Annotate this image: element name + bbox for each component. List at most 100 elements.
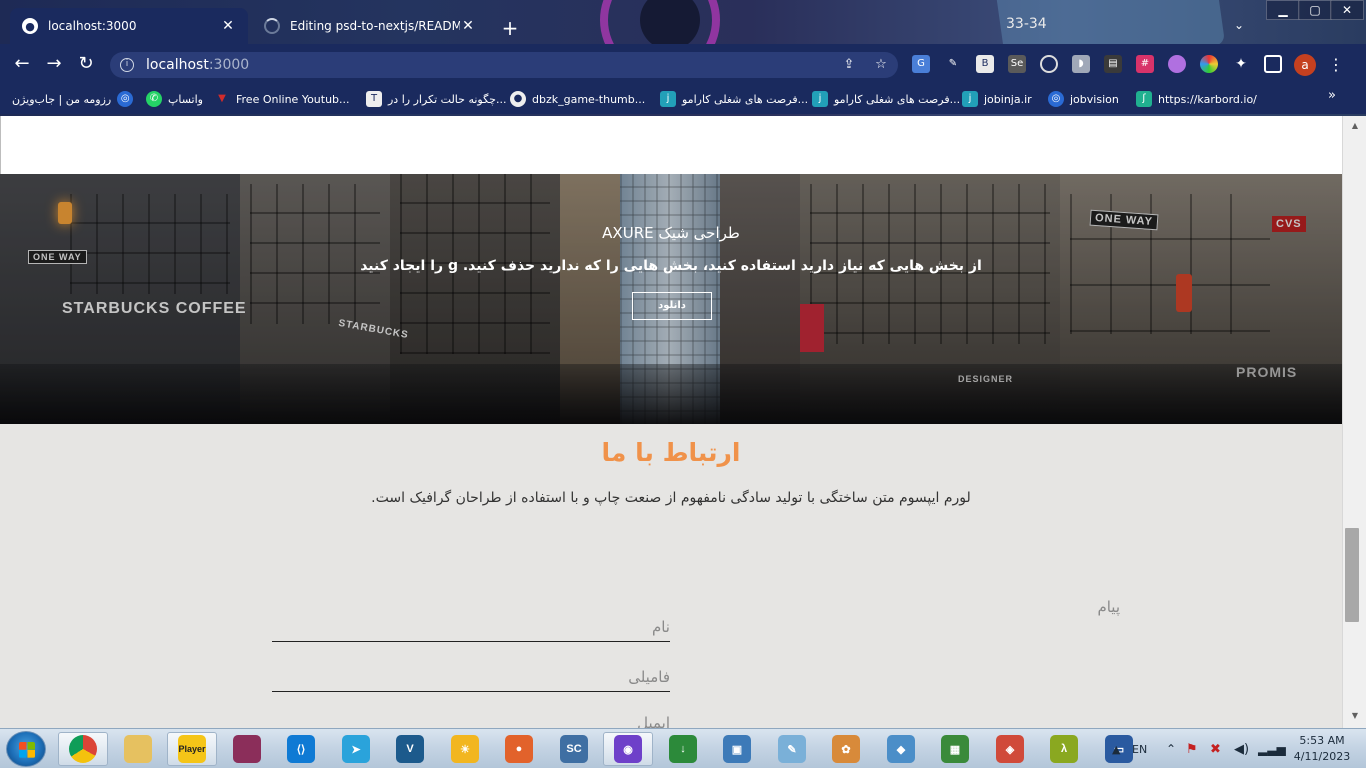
- share-icon[interactable]: ⇪: [840, 56, 858, 74]
- scroll-up-icon[interactable]: ▲: [1349, 120, 1361, 132]
- download-button[interactable]: دانلود: [632, 292, 712, 320]
- taskbar-app-paint[interactable]: ✿: [821, 732, 871, 766]
- whatsapp-icon: ✆: [146, 91, 162, 107]
- scroll-down-icon[interactable]: ▼: [1349, 710, 1361, 722]
- close-tab-icon[interactable]: ✕: [220, 18, 236, 34]
- taskbar-app-github-desktop[interactable]: ◉: [603, 732, 653, 766]
- bookmark-item[interactable]: ▼ Free Online Youtub...: [208, 89, 350, 109]
- extensions-puzzle-icon[interactable]: ✦: [1232, 55, 1250, 73]
- taskbar-app-pycharm[interactable]: V: [385, 732, 435, 766]
- bookmark-label: رزومه من | جاب‌ویژن: [12, 92, 112, 106]
- browser-chrome: 33-34 ● localhost:3000 ✕ Editing psd-to-…: [0, 0, 1366, 116]
- camtasia-icon: ●: [505, 735, 533, 763]
- taskbar-app-screen-capture[interactable]: SC: [549, 732, 599, 766]
- side-panel-icon[interactable]: [1264, 55, 1282, 73]
- bookmark-label: واتساپ: [168, 92, 203, 106]
- extension-hash-icon[interactable]: #: [1136, 55, 1154, 73]
- language-indicator[interactable]: EN: [1132, 729, 1147, 768]
- first-name-field[interactable]: نام: [272, 612, 670, 642]
- screen-capture-icon: SC: [560, 735, 588, 763]
- bookmark-item[interactable]: j jobinja.ir: [956, 89, 1032, 109]
- extension-shield-icon[interactable]: ◗: [1072, 55, 1090, 73]
- reload-button[interactable]: ↻: [74, 52, 98, 76]
- youtube-icon: ▼: [218, 93, 226, 104]
- email-field[interactable]: ایمیل: [272, 714, 670, 728]
- bookmarks-overflow-icon[interactable]: »: [1328, 88, 1336, 103]
- network-alert-icon[interactable]: ✖: [1210, 729, 1221, 768]
- bookmark-item[interactable]: ● dbzk_game-thumb...: [504, 89, 645, 109]
- address-bar[interactable]: i localhost:3000 ⇪ ☆: [110, 52, 898, 78]
- last-name-field[interactable]: فامیلی: [272, 662, 670, 692]
- bookmark-label: Free Online Youtub...: [236, 92, 350, 106]
- tray-arrow-icon[interactable]: ⌃: [1166, 729, 1176, 768]
- taskbar-app-telegram[interactable]: ➤: [331, 732, 381, 766]
- hero-title: طراحی شیک AXURE: [0, 224, 1342, 242]
- tab-localhost[interactable]: ● localhost:3000 ✕: [10, 8, 248, 44]
- git-extension-icon: ◈: [996, 735, 1024, 763]
- pycharm-icon: V: [396, 735, 424, 763]
- maximize-button[interactable]: ▢: [1298, 0, 1332, 20]
- hero-title-word: طراحی شیک: [658, 224, 740, 242]
- page-scrollbar[interactable]: ▲ ▼: [1342, 116, 1366, 728]
- kmplayer-icon: Player: [178, 735, 206, 763]
- message-label[interactable]: پیام: [1080, 598, 1120, 616]
- bookmark-item[interactable]: j فرصت های شغلی کارامو...: [806, 89, 960, 109]
- bookmark-item[interactable]: ◎ jobvision: [1042, 89, 1119, 109]
- tab-search-icon[interactable]: ⌄: [1234, 18, 1244, 32]
- taskbar-app-vscode[interactable]: ⟨⟩: [276, 732, 326, 766]
- extension-color-icon[interactable]: [1200, 55, 1218, 73]
- taskbar-app-weather[interactable]: ☀: [440, 732, 490, 766]
- jobvision-icon: ◎: [1048, 91, 1064, 107]
- bookmark-item[interactable]: ✆ واتساپ: [140, 89, 203, 109]
- google-translate-icon[interactable]: G: [912, 55, 930, 73]
- lambda-tool-icon: λ: [1050, 735, 1078, 763]
- browser-menu-icon[interactable]: ⋮: [1328, 54, 1344, 76]
- extension-purple-icon[interactable]: [1168, 55, 1186, 73]
- bookmark-item[interactable]: ʃ https://karbord.io/: [1130, 89, 1257, 109]
- bookmark-item[interactable]: T چگونه حالت تکرار را در...: [360, 89, 506, 109]
- security-tray-icon[interactable]: ⚑: [1186, 729, 1198, 768]
- taskbar-app-battery-tool[interactable]: ▦: [930, 732, 980, 766]
- tray-overflow-icon[interactable]: ▲: [1112, 729, 1120, 768]
- contact-description: لورم ایپسوم متن ساختگی با تولید سادگی نا…: [371, 490, 971, 506]
- taskbar-app-camtasia[interactable]: ●: [494, 732, 544, 766]
- taskbar-app-virtualbox[interactable]: ▣: [712, 732, 762, 766]
- bookmark-item[interactable]: j فرصت های شغلی کارامو...: [654, 89, 808, 109]
- volume-icon[interactable]: ◀): [1234, 729, 1249, 768]
- minimize-button[interactable]: ▁: [1266, 0, 1300, 20]
- taskbar-app-file-explorer[interactable]: [113, 732, 163, 766]
- extension-se-icon[interactable]: Se: [1008, 55, 1026, 73]
- extension-grid-icon[interactable]: ▤: [1104, 55, 1122, 73]
- taskbar-app-git-extension[interactable]: ◈: [985, 732, 1035, 766]
- start-button[interactable]: [6, 731, 46, 767]
- taskbar-app-idm[interactable]: ↓: [658, 732, 708, 766]
- back-button[interactable]: ←: [10, 52, 34, 76]
- taskbar-app-winrar[interactable]: [222, 732, 272, 766]
- extension-b-icon[interactable]: B: [976, 55, 994, 73]
- tab-readme-editing[interactable]: Editing psd-to-nextjs/README.m ✕: [252, 8, 488, 44]
- close-window-button[interactable]: ✕: [1330, 0, 1364, 20]
- taskbar-app-kmplayer[interactable]: Player: [167, 732, 217, 766]
- taskbar-app-notepad[interactable]: ✎: [767, 732, 817, 766]
- clock-date: 4/11/2023: [1293, 750, 1351, 763]
- system-clock[interactable]: 5:53 AM 4/11/2023: [1282, 733, 1362, 765]
- close-tab-icon[interactable]: ✕: [460, 18, 476, 34]
- info-icon[interactable]: i: [120, 58, 134, 72]
- chrome-icon: [69, 735, 97, 763]
- scrollbar-thumb[interactable]: [1345, 528, 1359, 622]
- taskbar-app-lambda-tool[interactable]: λ: [1039, 732, 1089, 766]
- extension-icon[interactable]: ✎: [944, 55, 962, 73]
- bookmark-item[interactable]: ◎ رزومه من | جاب‌ویژن: [12, 89, 139, 109]
- new-tab-button[interactable]: +: [498, 16, 522, 40]
- loading-icon: [264, 18, 280, 34]
- bookmark-label: فرصت های شغلی کارامو...: [682, 92, 809, 106]
- profile-avatar[interactable]: a: [1294, 54, 1316, 76]
- taskbar-app-3d-box[interactable]: ◆: [876, 732, 926, 766]
- taskbar-app-chrome[interactable]: [58, 732, 108, 766]
- tech-icon: T: [366, 91, 382, 107]
- extension-circle-icon[interactable]: [1040, 55, 1058, 73]
- jobinja-icon: j: [812, 91, 828, 107]
- bookmark-star-icon[interactable]: ☆: [872, 56, 890, 74]
- taskbar: Player ⟨⟩ ➤ V ☀ ● SC ◉ ↓ ▣ ✎ ✿ ◆ ▦ ◈ λ ▭ ▲ EN ⌃ ⚑ ✖ ◀) ▂…: [0, 728, 1366, 768]
- forward-button[interactable]: →: [42, 52, 66, 76]
